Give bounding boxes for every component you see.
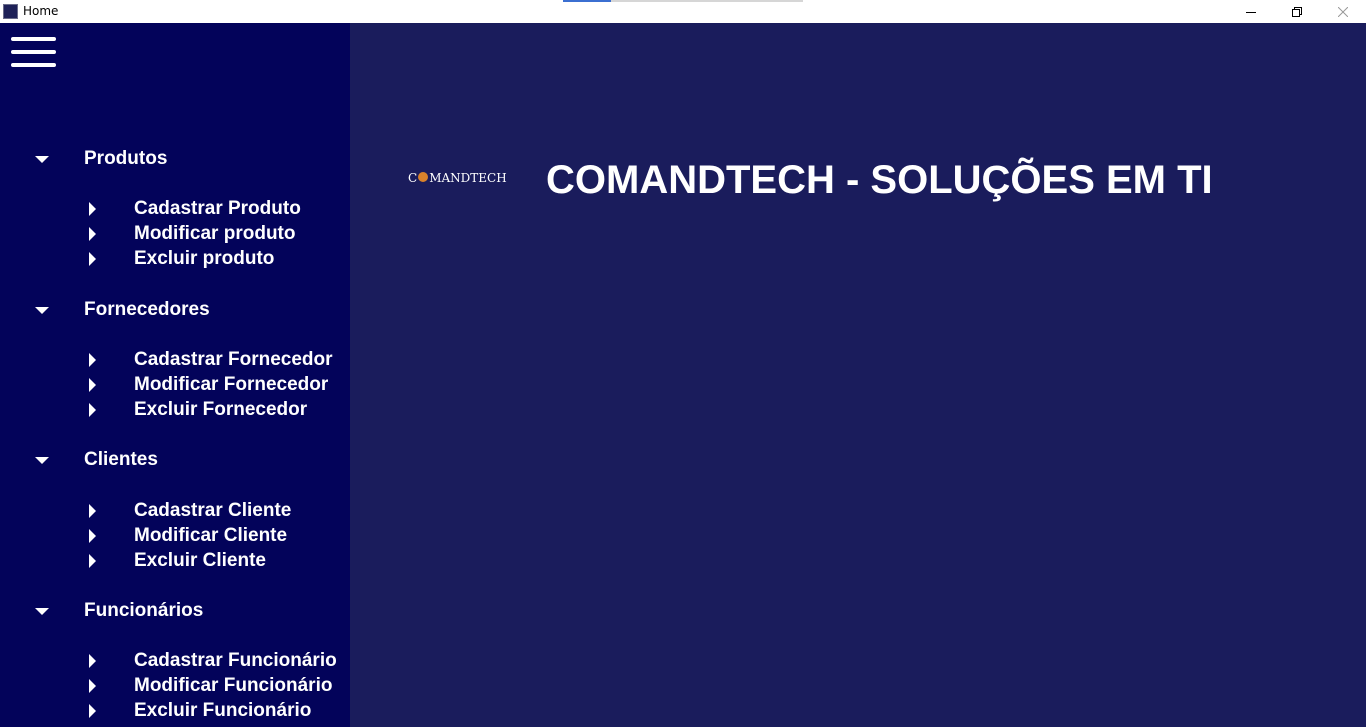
arrow-right-icon [89, 403, 96, 417]
logo-text-suffix: MANDTECH [429, 171, 507, 185]
arrow-right-icon [89, 554, 96, 568]
page-title: COMANDTECH - SOLUÇÕES EM TI [546, 158, 1213, 202]
menu-item-excluir-funcionario[interactable]: Excluir Funcionário [134, 700, 311, 722]
group-produtos[interactable]: Produtos [84, 148, 167, 170]
menu-item-modificar-funcionario[interactable]: Modificar Funcionário [134, 675, 332, 697]
window-title: Home [23, 4, 59, 18]
minimize-icon [1246, 11, 1256, 13]
menu-item-modificar-produto[interactable]: Modificar produto [134, 223, 295, 245]
close-button[interactable] [1320, 0, 1366, 23]
expand-arrow-produtos-icon[interactable] [35, 156, 49, 163]
arrow-right-icon [89, 679, 96, 693]
menu-item-modificar-fornecedor[interactable]: Modificar Fornecedor [134, 374, 328, 396]
app-icon [3, 4, 18, 19]
arrow-right-icon [89, 378, 96, 392]
expand-arrow-funcionarios-icon[interactable] [35, 608, 49, 615]
group-funcionarios[interactable]: Funcionários [84, 600, 203, 622]
menu-item-cadastrar-cliente[interactable]: Cadastrar Cliente [134, 500, 291, 522]
arrow-right-icon [89, 227, 96, 241]
restore-icon [1292, 6, 1302, 17]
group-fornecedores[interactable]: Fornecedores [84, 299, 210, 321]
menu-item-cadastrar-fornecedor[interactable]: Cadastrar Fornecedor [134, 349, 333, 371]
titlebar-accent-line [563, 0, 611, 2]
arrow-right-icon [89, 504, 96, 518]
arrow-right-icon [89, 252, 96, 266]
titlebar-divider-line [611, 0, 803, 2]
expand-arrow-clientes-icon[interactable] [35, 457, 49, 464]
logo-text-prefix: C [408, 171, 418, 185]
menu-item-cadastrar-funcionario[interactable]: Cadastrar Funcionário [134, 650, 337, 672]
expand-arrow-fornecedores-icon[interactable] [35, 307, 49, 314]
arrow-right-icon [89, 654, 96, 668]
main-content: C MANDTECH COMANDTECH - SOLUÇÕES EM TI [350, 23, 1366, 727]
minimize-button[interactable] [1228, 0, 1274, 23]
title-bar: Home [0, 0, 1366, 23]
menu-item-modificar-cliente[interactable]: Modificar Cliente [134, 525, 287, 547]
close-icon [1338, 6, 1348, 17]
sidebar: Produtos Cadastrar Produto Modificar pro… [0, 23, 350, 727]
menu-item-excluir-fornecedor[interactable]: Excluir Fornecedor [134, 399, 307, 421]
arrow-right-icon [89, 353, 96, 367]
maximize-button[interactable] [1274, 0, 1320, 23]
menu-item-cadastrar-produto[interactable]: Cadastrar Produto [134, 198, 301, 220]
arrow-right-icon [89, 529, 96, 543]
arrow-right-icon [89, 202, 96, 216]
logo-mark-icon [418, 172, 429, 182]
menu-item-excluir-cliente[interactable]: Excluir Cliente [134, 550, 266, 572]
company-logo: C MANDTECH [408, 171, 507, 185]
group-clientes[interactable]: Clientes [84, 449, 158, 471]
menu-item-excluir-produto[interactable]: Excluir produto [134, 248, 274, 270]
arrow-right-icon [89, 704, 96, 718]
hamburger-menu-icon[interactable] [11, 37, 56, 69]
